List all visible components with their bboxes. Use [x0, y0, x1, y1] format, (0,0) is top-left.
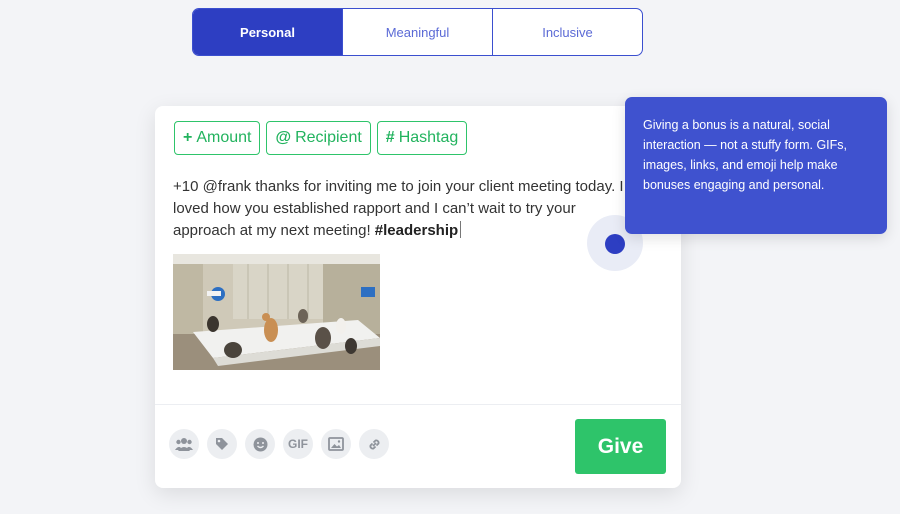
text-caret: [460, 221, 462, 238]
add-amount-chip[interactable]: + Amount: [174, 121, 261, 155]
plus-icon: +: [183, 129, 193, 146]
attached-gif-image[interactable]: [173, 254, 380, 370]
card-divider: [155, 404, 681, 405]
tag-icon[interactable]: [207, 429, 237, 459]
link-icon[interactable]: [359, 429, 389, 459]
emoji-icon[interactable]: [245, 429, 275, 459]
hash-icon: #: [385, 129, 395, 146]
onboarding-tooltip: Giving a bonus is a natural, social inte…: [625, 97, 887, 234]
message-text: approach at my next meeting!: [173, 222, 375, 239]
chip-row: + Amount @ Recipient # Hashtag: [174, 121, 468, 155]
give-button[interactable]: Give: [575, 419, 666, 474]
tab-meaningful[interactable]: Meaningful: [343, 9, 493, 55]
tab-inclusive[interactable]: Inclusive: [493, 9, 642, 55]
people-icon[interactable]: [169, 429, 199, 459]
chip-label: Amount: [196, 129, 252, 146]
message-line: approach at my next meeting! #leadership: [173, 220, 643, 242]
chip-label: Recipient: [295, 129, 362, 146]
hotspot-dot[interactable]: [605, 234, 625, 254]
gif-icon[interactable]: GIF: [283, 429, 313, 459]
message-line: loved how you established rapport and I …: [173, 200, 576, 217]
tooltip-text: Giving a bonus is a natural, social inte…: [643, 118, 848, 192]
image-icon[interactable]: [321, 429, 351, 459]
tab-personal[interactable]: Personal: [193, 9, 343, 55]
add-recipient-chip[interactable]: @ Recipient: [266, 121, 371, 155]
at-icon: @: [275, 129, 292, 146]
gif-label: GIF: [288, 437, 308, 451]
message-line: +10 @frank thanks for inviting me to joi…: [173, 178, 624, 195]
chip-label: Hashtag: [398, 129, 459, 146]
conference-room-cats-image: [173, 254, 380, 370]
hashtag-text: #leadership: [374, 222, 459, 239]
add-hashtag-chip[interactable]: # Hashtag: [376, 121, 468, 155]
message-input[interactable]: +10 @frank thanks for inviting me to joi…: [173, 176, 643, 242]
bonus-composer-card: + Amount @ Recipient # Hashtag +10 @fran…: [155, 106, 681, 488]
composer-toolbar: GIF: [169, 429, 389, 459]
tab-bar: Personal Meaningful Inclusive: [192, 8, 643, 56]
